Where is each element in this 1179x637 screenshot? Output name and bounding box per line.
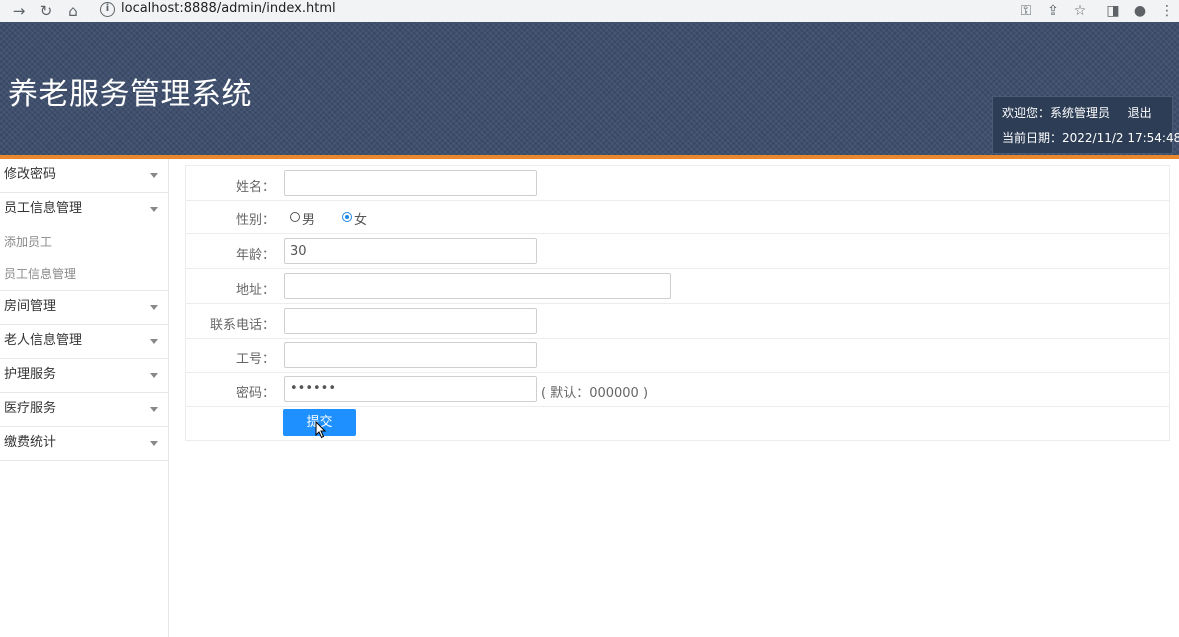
current-date: 当前日期：2022/11/2 17:54:48 — [1002, 131, 1179, 145]
chevron-down-icon — [150, 441, 158, 446]
password-label: 密码： — [235, 386, 275, 401]
key-icon[interactable]: ⚿ — [1017, 2, 1035, 20]
form-row-age: 年龄： — [186, 234, 1169, 269]
sidebar-item-label: 员工信息管理 — [4, 201, 83, 216]
address-input[interactable] — [284, 273, 671, 299]
profile-icon[interactable]: ● — [1131, 2, 1149, 20]
submenu-item-staff-info[interactable]: 员工信息管理 — [0, 258, 168, 290]
phone-label: 联系电话： — [209, 318, 275, 333]
password-hint: ( 默认：000000 ) — [541, 386, 649, 401]
user-info-box: 欢迎您：系统管理员 退出 当前日期：2022/11/2 17:54:48 — [992, 96, 1179, 154]
gender-female-radio[interactable] — [342, 212, 352, 222]
sidebar-item-staff[interactable]: 员工信息管理 — [0, 193, 168, 226]
gender-male-label[interactable]: 男 — [302, 209, 315, 228]
address-label: 地址： — [235, 283, 275, 298]
logout-link[interactable]: 退出 — [1128, 106, 1152, 120]
chevron-down-icon — [150, 305, 158, 310]
welcome-text: 欢迎您：系统管理员 — [1002, 106, 1111, 120]
sidebar-item-label: 老人信息管理 — [4, 333, 83, 348]
welcome-line: 欢迎您：系统管理员 退出 — [1002, 104, 1152, 121]
sidebar-item-payments[interactable]: 缴费统计 — [0, 427, 168, 461]
form-row-phone: 联系电话： — [186, 304, 1169, 339]
menu-icon[interactable]: ⋮ — [1158, 2, 1176, 20]
chevron-down-icon — [150, 339, 158, 344]
sidebar-item-medical[interactable]: 医疗服务 — [0, 393, 168, 427]
gender-label: 性别： — [235, 213, 275, 228]
sidebar-item-label: 护理服务 — [4, 367, 57, 382]
sidebar-item-label: 房间管理 — [4, 299, 57, 314]
site-info-icon[interactable]: i — [100, 2, 115, 17]
mouse-cursor-icon — [315, 421, 327, 439]
sidebar-item-rooms[interactable]: 房间管理 — [0, 291, 168, 325]
password-input[interactable]: •••••• — [284, 376, 537, 402]
header-accent-bar — [0, 155, 1179, 159]
browser-toolbar: → ↻ ⌂ i localhost:8888/admin/index.html … — [0, 0, 1179, 23]
name-input[interactable] — [284, 170, 537, 196]
age-label: 年龄： — [235, 248, 275, 263]
form-row-name: 姓名： — [186, 166, 1169, 201]
gender-female-label[interactable]: 女 — [354, 209, 367, 228]
staff-submenu: 添加员工 员工信息管理 — [0, 226, 168, 291]
reload-icon[interactable]: ↻ — [37, 2, 55, 20]
add-staff-form: 姓名： 性别： 男 女 年龄： 地址： 联系电话： 工号： 密码： ••••••… — [185, 165, 1170, 441]
chevron-down-icon — [150, 407, 158, 412]
chevron-down-icon — [150, 173, 158, 178]
chevron-down-icon — [150, 373, 158, 378]
url-text[interactable]: localhost:8888/admin/index.html — [121, 1, 336, 17]
sidebar-item-nursing[interactable]: 护理服务 — [0, 359, 168, 393]
chevron-down-icon — [150, 207, 158, 212]
age-input[interactable] — [284, 238, 537, 264]
sidebar-item-elderly[interactable]: 老人信息管理 — [0, 325, 168, 359]
form-row-address: 地址： — [186, 269, 1169, 304]
sidebar-item-label: 缴费统计 — [4, 435, 57, 450]
form-row-jobno: 工号： — [186, 338, 1169, 373]
jobno-input[interactable] — [284, 342, 537, 368]
share-icon[interactable]: ⇪ — [1044, 2, 1062, 20]
forward-icon[interactable]: → — [10, 2, 28, 20]
phone-input[interactable] — [284, 308, 537, 334]
form-row-gender: 性别： 男 女 — [186, 201, 1169, 234]
sidebar-menu: 修改密码 员工信息管理 添加员工 员工信息管理 房间管理 老人信息管理 护理服务… — [0, 159, 169, 637]
sidebar-item-label: 医疗服务 — [4, 401, 57, 416]
sidebar-item-label: 修改密码 — [4, 167, 57, 182]
name-label: 姓名： — [235, 180, 275, 195]
home-icon[interactable]: ⌂ — [64, 2, 82, 20]
sidepanel-icon[interactable]: ◨ — [1104, 2, 1122, 20]
gender-male-radio[interactable] — [290, 212, 300, 222]
submenu-item-add-staff[interactable]: 添加员工 — [0, 226, 168, 258]
form-row-password: 密码： •••••• ( 默认：000000 ) — [186, 372, 1169, 407]
sidebar-item-change-password[interactable]: 修改密码 — [0, 159, 168, 193]
star-icon[interactable]: ☆ — [1071, 2, 1089, 20]
jobno-label: 工号： — [235, 352, 275, 367]
system-title: 养老服务管理系统 — [8, 77, 252, 112]
site-header: 养老服务管理系统 欢迎您：系统管理员 退出 当前日期：2022/11/2 17:… — [0, 22, 1179, 155]
